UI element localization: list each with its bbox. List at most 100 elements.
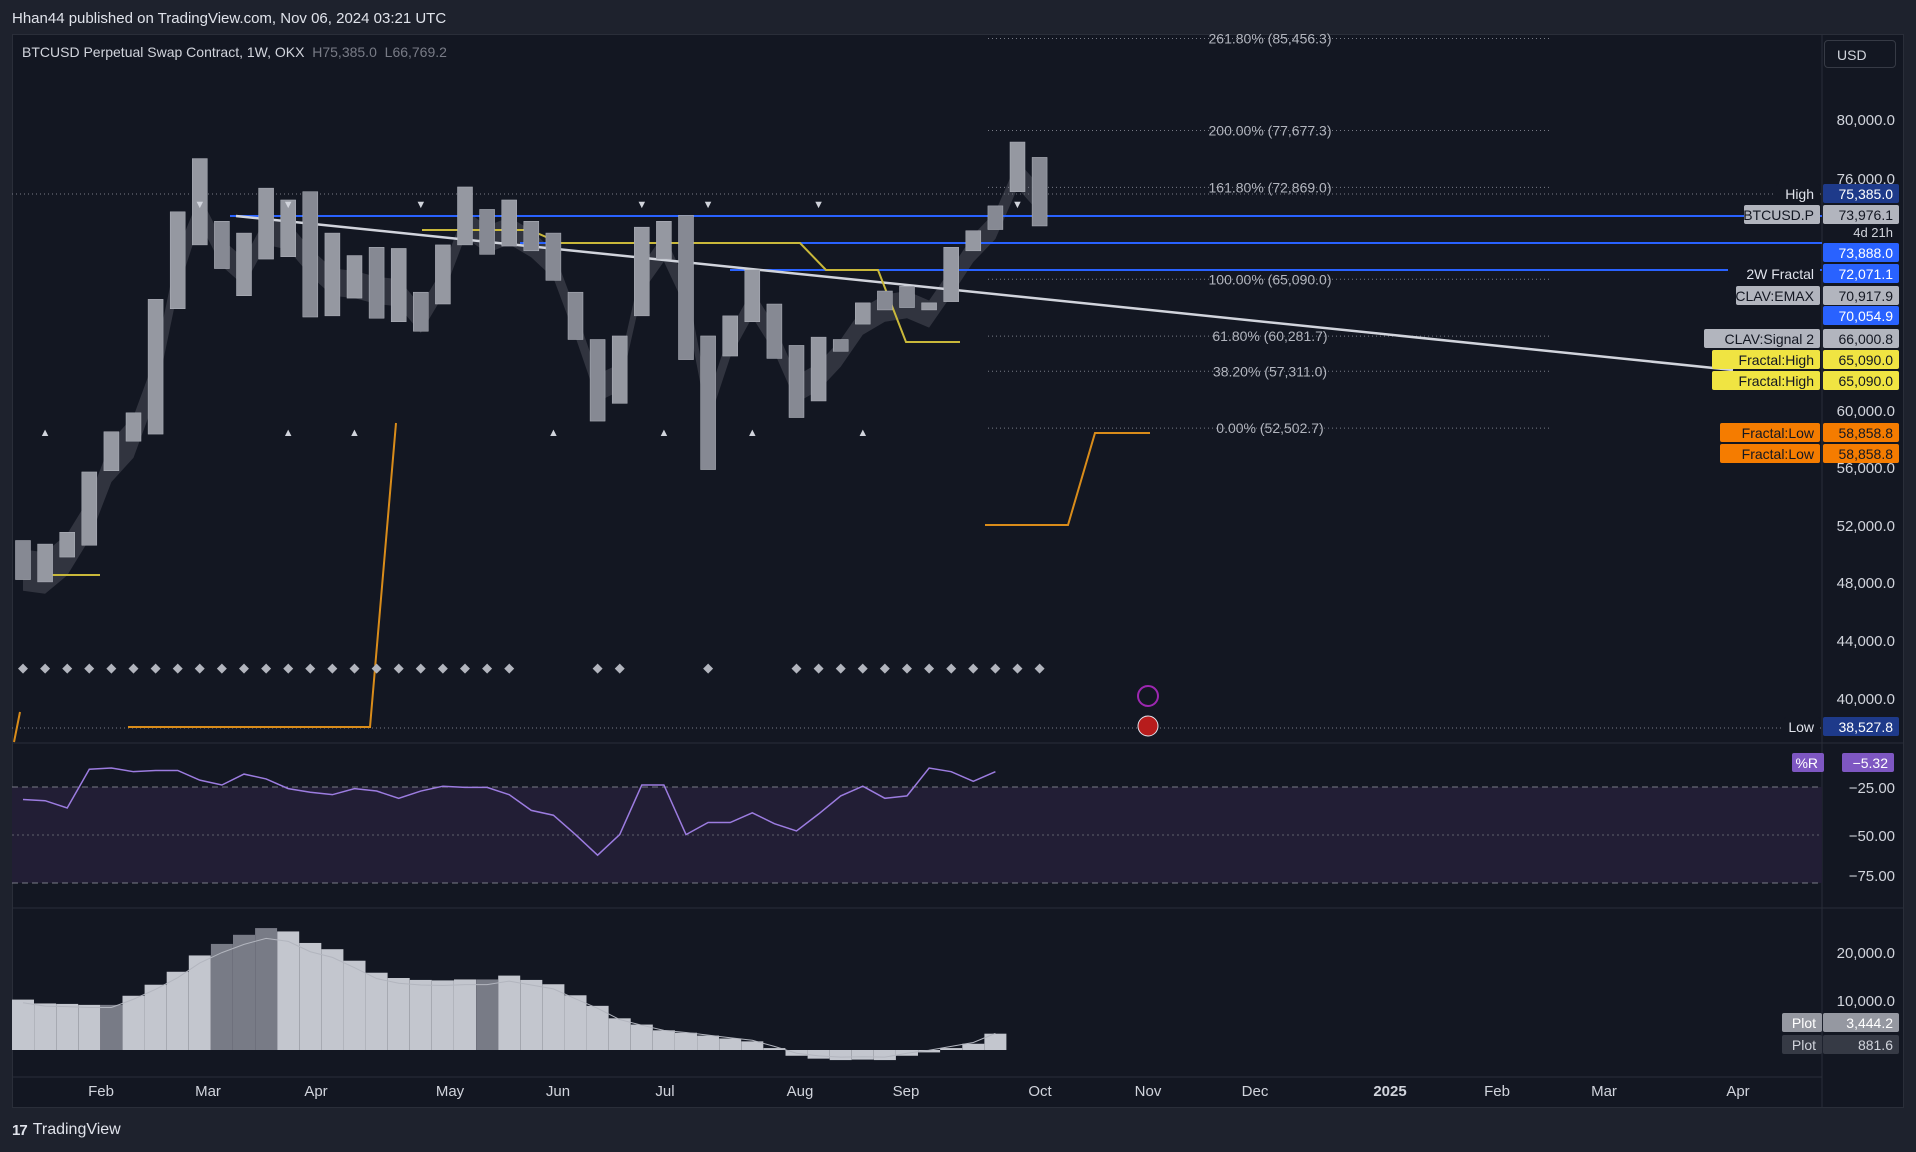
price-axis-name-9: Fractal:Low xyxy=(1742,425,1815,441)
signal-diamond: ◆ xyxy=(880,660,890,675)
signal-diamond: ◆ xyxy=(968,660,978,675)
histogram-bar xyxy=(343,960,366,1050)
histogram-bar xyxy=(431,980,454,1050)
histogram-bar xyxy=(454,979,476,1050)
price-axis-value-4: 70,917.9 xyxy=(1839,288,1894,304)
signal-diamond: ◆ xyxy=(84,660,94,675)
candle xyxy=(236,232,252,296)
candle xyxy=(346,255,363,299)
fib-label: 200.00% (77,677.3) xyxy=(1209,122,1332,138)
candle xyxy=(15,540,31,580)
histogram-bar xyxy=(829,1050,852,1061)
signal-diamond: ◆ xyxy=(416,660,426,675)
price-axis-value-2: 73,888.0 xyxy=(1839,245,1894,261)
signal-diamond: ◆ xyxy=(593,660,603,675)
histogram-bar xyxy=(962,1043,985,1050)
candle xyxy=(302,191,319,318)
high-prefix: H xyxy=(312,44,323,60)
price-axis-value-11: 38,527.8 xyxy=(1839,719,1894,735)
candle xyxy=(457,186,473,246)
candle xyxy=(1031,157,1048,227)
fractal-down-arrow: ▼ xyxy=(415,199,426,211)
fractal-down-arrow: ▼ xyxy=(636,199,647,211)
fib-label: 38.20% (57,311.0) xyxy=(1213,363,1327,379)
fractal-down-arrow: ▼ xyxy=(703,199,714,211)
price-axis-name-1: BTCUSD.P xyxy=(1743,207,1814,223)
symbol-title: BTCUSD Perpetual Swap Contract, 1W, OKX xyxy=(22,44,305,60)
wr-name: %R xyxy=(1795,755,1818,771)
fractal-down-arrow: ▼ xyxy=(194,199,205,211)
signal-diamond: ◆ xyxy=(1013,660,1023,675)
signal-diamond: ◆ xyxy=(703,660,713,675)
chart-svg[interactable]: 261.80% (85,456.3) 200.00% (77,677.3) 161.… xyxy=(0,0,1916,1108)
us-flag-event-icon xyxy=(1137,715,1159,737)
histogram-bar xyxy=(652,1030,675,1050)
histogram-bar xyxy=(940,1048,963,1050)
price-tick-label: 60,000.0 xyxy=(1837,403,1895,420)
month-label: Sep xyxy=(893,1083,920,1100)
candle xyxy=(987,205,1004,230)
candle xyxy=(855,302,871,325)
candle xyxy=(678,215,694,360)
month-label: Mar xyxy=(195,1083,221,1100)
candle xyxy=(59,531,75,558)
candle xyxy=(368,247,385,319)
hist-tick-label: 20,000.0 xyxy=(1837,945,1895,962)
histogram-bar xyxy=(564,995,587,1050)
month-label: Jul xyxy=(655,1083,674,1100)
signal-diamond: ◆ xyxy=(217,660,227,675)
histogram-bar xyxy=(299,942,322,1050)
candle xyxy=(545,232,562,281)
price-tick-label: 52,000.0 xyxy=(1837,518,1895,535)
candle xyxy=(832,339,849,352)
plot-name-2: Plot xyxy=(1792,1037,1816,1053)
price-tick-label: 40,000.0 xyxy=(1837,691,1895,708)
price-axis-value-8: 65,090.0 xyxy=(1839,373,1894,389)
price-tick-label: 48,000.0 xyxy=(1837,575,1895,592)
footer-brand: TradingView xyxy=(32,1121,121,1138)
price-axis-name-10: Fractal:Low xyxy=(1742,446,1815,462)
candle xyxy=(810,336,827,402)
signal-diamond: ◆ xyxy=(129,660,139,675)
candle xyxy=(413,291,429,332)
signal-diamond: ◆ xyxy=(372,660,382,675)
signal-diamond: ◆ xyxy=(902,660,912,675)
candle xyxy=(877,290,893,311)
fib-label: 261.80% (85,456.3) xyxy=(1209,30,1332,46)
fib-label: 61.80% (60,281.7) xyxy=(1212,328,1327,344)
candle xyxy=(965,230,982,252)
candle xyxy=(899,286,915,308)
histogram-bar xyxy=(807,1050,830,1059)
price-axis-value-1: 73,976.1 xyxy=(1839,207,1894,223)
signal-diamond: ◆ xyxy=(350,660,360,675)
wr-tick-label: −25.00 xyxy=(1849,780,1895,797)
fractal-up-arrow: ▲ xyxy=(658,427,669,439)
fractal-up-arrow: ▲ xyxy=(40,427,51,439)
candle xyxy=(37,543,53,583)
month-label: Feb xyxy=(88,1083,114,1100)
price-axis-value-10: 58,858.8 xyxy=(1839,446,1894,462)
price-axis-name-7: Fractal:High xyxy=(1739,352,1814,368)
candle xyxy=(169,211,186,310)
histogram-bar xyxy=(166,971,189,1050)
hist-tick-label: 10,000.0 xyxy=(1837,993,1895,1010)
price-axis-name-3: 2W Fractal xyxy=(1746,266,1814,282)
fib-label: 100.00% (65,090.0) xyxy=(1209,271,1332,287)
histogram-bar xyxy=(697,1035,720,1050)
price-axis-value-6: 66,000.8 xyxy=(1839,331,1894,347)
price-axis-name-6: CLAV:Signal 2 xyxy=(1725,331,1815,347)
histogram-bar xyxy=(56,1003,79,1050)
histogram-bar xyxy=(365,972,388,1050)
signal-diamond: ◆ xyxy=(394,660,404,675)
candle xyxy=(766,303,783,359)
price-tick-label: 80,000.0 xyxy=(1837,112,1895,129)
price-axis-name-0: High xyxy=(1785,186,1814,202)
fib-label: 0.00% (52,502.7) xyxy=(1216,420,1323,436)
plot-value-2: 881.6 xyxy=(1858,1037,1893,1053)
month-label: Apr xyxy=(304,1083,327,1100)
currency-button[interactable]: USD xyxy=(1824,40,1896,68)
signal-diamond: ◆ xyxy=(305,660,315,675)
histogram-bar xyxy=(520,979,543,1050)
candle xyxy=(744,269,761,323)
histogram-bar xyxy=(542,984,565,1050)
